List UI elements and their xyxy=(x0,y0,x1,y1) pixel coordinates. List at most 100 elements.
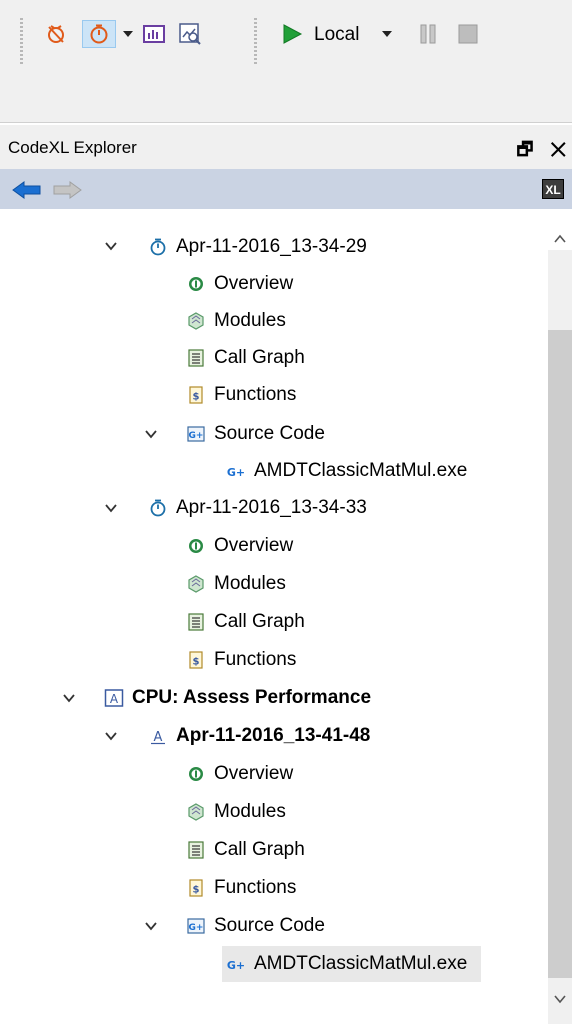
assess-performance-icon: A xyxy=(151,730,165,745)
scroll-down-icon[interactable] xyxy=(553,992,567,1006)
tree-item-label: Overview xyxy=(214,763,294,784)
svg-text:$: $ xyxy=(193,657,200,668)
tree-item-label: Functions xyxy=(214,384,297,405)
overview-icon xyxy=(189,277,203,291)
call-graph-icon xyxy=(188,349,204,367)
svg-text:$: $ xyxy=(193,392,200,403)
chevron-down-icon[interactable] xyxy=(104,729,118,743)
tree-item-call-graph[interactable]: Call Graph xyxy=(186,832,305,868)
tree-item-profile-type[interactable]: A CPU: Assess Performance xyxy=(104,680,371,716)
scroll-up-icon[interactable] xyxy=(553,232,567,246)
memory-button[interactable] xyxy=(140,20,168,48)
analyze-button[interactable] xyxy=(176,20,204,48)
overview-icon xyxy=(189,767,203,781)
source-file-icon: G+ xyxy=(227,959,245,972)
source-code-icon: G+ xyxy=(187,918,205,934)
chevron-down-icon[interactable] xyxy=(144,427,158,441)
tree-item-session[interactable]: Apr-11-2016_13-34-29 xyxy=(148,229,367,265)
chevron-down-icon[interactable] xyxy=(104,501,118,515)
pause-button[interactable] xyxy=(414,20,442,48)
tree-item-overview[interactable]: Overview xyxy=(186,756,293,792)
chevron-down-icon[interactable] xyxy=(62,691,76,705)
source-file-icon: G+ xyxy=(227,466,245,479)
tree-item-functions[interactable]: $ Functions xyxy=(186,377,296,413)
chevron-down-icon[interactable] xyxy=(104,239,118,253)
start-icon xyxy=(283,24,303,44)
tree-item-label: Call Graph xyxy=(214,347,305,368)
tree-item-modules[interactable]: Modules xyxy=(186,794,286,830)
call-graph-icon xyxy=(188,841,204,859)
functions-icon: $ xyxy=(189,651,203,669)
source-code-icon: G+ xyxy=(187,426,205,442)
tree-item-label: Call Graph xyxy=(214,839,305,860)
tree-item-label: Source Code xyxy=(214,423,325,444)
tree-item-source-code[interactable]: G+ Source Code xyxy=(186,908,325,944)
back-arrow-icon[interactable] xyxy=(12,181,42,199)
tree-item-session[interactable]: A Apr-11-2016_13-41-48 xyxy=(148,718,370,754)
close-panel-icon[interactable]: ✕ xyxy=(550,139,572,159)
tree-item-modules[interactable]: Modules xyxy=(186,566,286,602)
tree-item-label: Source Code xyxy=(214,915,325,936)
tree-item-source-code[interactable]: G+ Source Code xyxy=(186,416,325,452)
call-graph-icon xyxy=(188,613,204,631)
tree-item-label: AMDTClassicMatMul.exe xyxy=(254,460,468,481)
panel-title: CodeXL Explorer xyxy=(8,138,137,157)
mode-dropdown-icon[interactable] xyxy=(382,31,392,37)
svg-text:G+: G+ xyxy=(227,466,245,479)
svg-text:A: A xyxy=(154,730,163,745)
svg-text:G+: G+ xyxy=(227,959,245,972)
scrollbar-thumb[interactable] xyxy=(548,330,572,978)
modules-icon xyxy=(188,312,204,330)
toolbar-grip[interactable] xyxy=(20,18,23,64)
svg-text:$: $ xyxy=(193,885,200,896)
analyze-icon xyxy=(179,23,201,45)
tree-item-overview[interactable]: Overview xyxy=(186,528,293,564)
svg-text:G+: G+ xyxy=(189,431,204,441)
stop-icon xyxy=(458,24,478,44)
tree-item-functions[interactable]: $ Functions xyxy=(186,642,296,678)
codexl-logo: XL xyxy=(542,179,564,199)
tree-item-label: Apr-11-2016_13-41-48 xyxy=(176,725,371,746)
tree-item-source-file-selected[interactable]: G+ AMDTClassicMatMul.exe xyxy=(222,946,482,982)
profile-mode-button[interactable] xyxy=(82,20,116,48)
tree-item-label: CPU: Assess Performance xyxy=(132,687,372,708)
stop-profiling-icon xyxy=(48,25,64,43)
toolbar: Local xyxy=(0,0,572,78)
tree-item-label: Apr-11-2016_13-34-29 xyxy=(176,236,367,257)
svg-text:A: A xyxy=(110,692,119,706)
mode-label[interactable]: Local xyxy=(314,24,359,46)
svg-text:G+: G+ xyxy=(189,923,204,933)
panel-header: CodeXL Explorer 🗗 ✕ xyxy=(0,125,572,169)
profile-mode-dropdown-icon[interactable] xyxy=(123,31,133,37)
tree-item-session[interactable]: Apr-11-2016_13-34-33 xyxy=(148,490,367,526)
modules-icon xyxy=(188,803,204,821)
timer-icon xyxy=(150,499,166,517)
tree-item-source-file[interactable]: G+ AMDTClassicMatMul.exe xyxy=(226,453,467,489)
chevron-down-icon[interactable] xyxy=(144,919,158,933)
stop-profiling-button[interactable] xyxy=(42,20,70,48)
toolbar-grip[interactable] xyxy=(254,18,257,64)
functions-icon: $ xyxy=(189,879,203,897)
assess-performance-icon: A xyxy=(104,689,124,707)
tree-item-call-graph[interactable]: Call Graph xyxy=(186,604,305,640)
tree-item-label: Modules xyxy=(214,801,286,822)
tree-item-label: Call Graph xyxy=(214,611,305,632)
memory-icon xyxy=(143,25,165,43)
panel-controls: 🗗 ✕ xyxy=(517,137,572,167)
stop-button[interactable] xyxy=(454,20,482,48)
tree-item-label: Functions xyxy=(214,649,297,670)
tree-item-overview[interactable]: Overview xyxy=(186,266,293,302)
tree-item-modules[interactable]: Modules xyxy=(186,303,286,339)
tree-item-label: Overview xyxy=(214,535,294,556)
pause-icon xyxy=(420,24,436,44)
tree-item-call-graph[interactable]: Call Graph xyxy=(186,340,305,376)
tree-item-functions[interactable]: $ Functions xyxy=(186,870,296,906)
tree-item-label: Overview xyxy=(214,273,294,294)
tree-item-label: Modules xyxy=(214,573,286,594)
functions-icon: $ xyxy=(189,386,203,404)
float-panel-icon[interactable]: 🗗 xyxy=(517,139,540,159)
toolbar-band xyxy=(0,78,572,123)
timer-icon xyxy=(150,238,166,256)
forward-arrow-icon[interactable] xyxy=(52,181,82,199)
start-button[interactable] xyxy=(278,20,306,48)
